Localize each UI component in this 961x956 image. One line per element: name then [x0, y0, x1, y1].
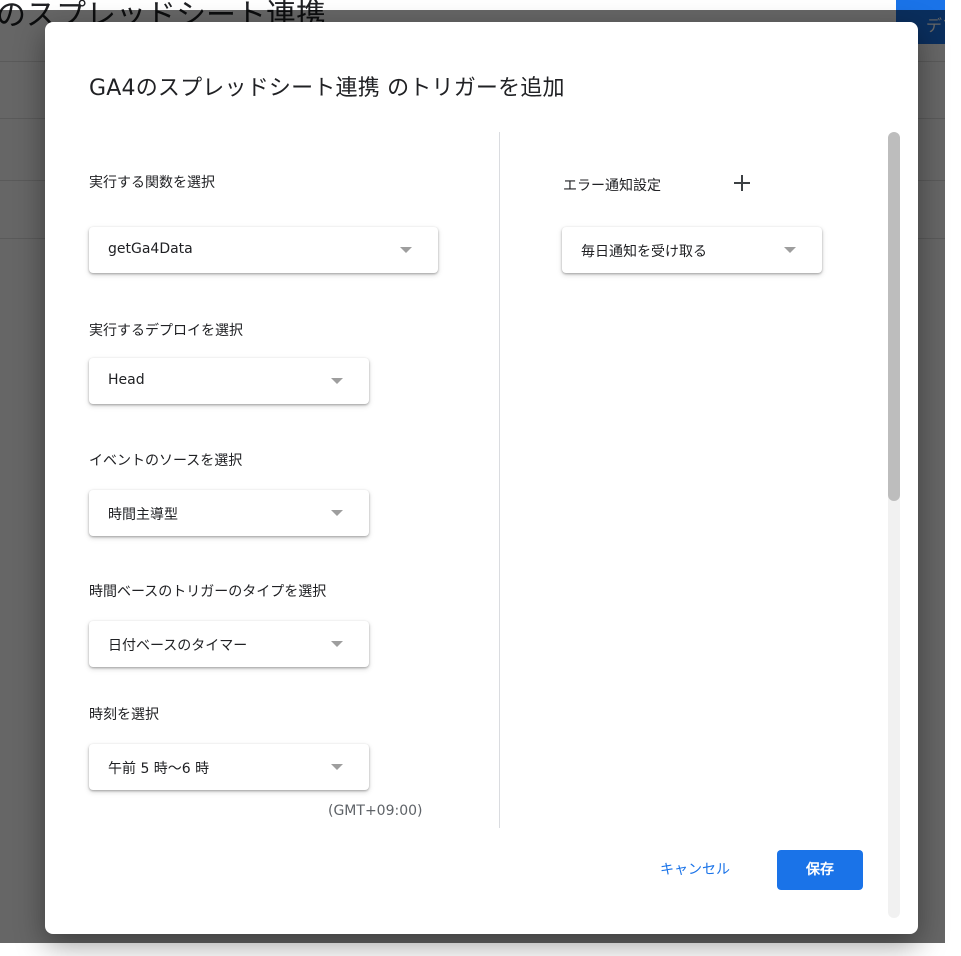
- time-trigger-type-select-value: 日付ベースのタイマー: [108, 638, 248, 654]
- event-source-select-value: 時間主導型: [108, 507, 178, 523]
- error-notification-select-value: 毎日通知を受け取る: [581, 244, 707, 260]
- deployment-select-value: Head: [108, 372, 145, 388]
- timezone-note: (GMT+09:00): [328, 803, 423, 819]
- event-source-label: イベントのソースを選択: [89, 453, 243, 469]
- function-label: 実行する関数を選択: [89, 175, 215, 191]
- dialog-title: GA4のスプレッドシート連携 のトリガーを追加: [89, 76, 565, 101]
- error-notification-label: エラー通知設定: [563, 178, 661, 194]
- page-margin-bottom: [0, 943, 961, 956]
- time-of-day-select[interactable]: 午前 5 時～6 時: [89, 744, 369, 790]
- arrow-drop-down-icon: [331, 764, 343, 770]
- error-notification-select[interactable]: 毎日通知を受け取る: [562, 227, 822, 273]
- cancel-button[interactable]: キャンセル: [643, 850, 747, 890]
- add-trigger-dialog: GA4のスプレッドシート連携 のトリガーを追加 実行する関数を選択 getGa4…: [45, 22, 918, 934]
- column-divider: [499, 132, 500, 828]
- function-select[interactable]: getGa4Data: [89, 227, 438, 273]
- time-trigger-type-label: 時間ベースのトリガーのタイプを選択: [89, 584, 327, 600]
- time-of-day-label: 時刻を選択: [89, 707, 159, 723]
- dialog-scrollbar[interactable]: [888, 132, 900, 918]
- deployment-select[interactable]: Head: [89, 358, 369, 404]
- deployment-label: 実行するデプロイを選択: [89, 323, 243, 339]
- function-select-value: getGa4Data: [108, 241, 193, 257]
- time-of-day-select-value: 午前 5 時～6 時: [108, 761, 210, 777]
- arrow-drop-down-icon: [331, 641, 343, 647]
- arrow-drop-down-icon: [331, 378, 343, 384]
- page-margin-right: [945, 0, 961, 956]
- arrow-drop-down-icon: [331, 510, 343, 516]
- plus-icon[interactable]: [732, 173, 752, 193]
- event-source-select[interactable]: 時間主導型: [89, 490, 369, 536]
- save-button[interactable]: 保存: [777, 850, 863, 890]
- arrow-drop-down-icon: [784, 247, 796, 253]
- time-trigger-type-select[interactable]: 日付ベースのタイマー: [89, 621, 369, 667]
- arrow-drop-down-icon: [400, 247, 412, 253]
- dialog-scrollbar-thumb[interactable]: [888, 132, 900, 501]
